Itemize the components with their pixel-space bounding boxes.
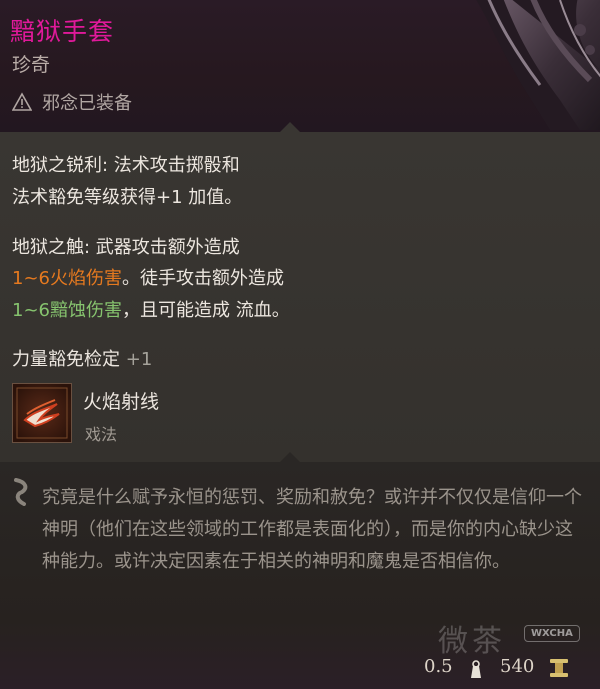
equip-status-label: 邪念已装备 <box>42 93 132 114</box>
necrotic-damage-text: 1~6黯蚀伤害 <box>12 300 122 321</box>
equip-status: 邪念已装备 <box>12 89 132 115</box>
divider-notch <box>280 452 300 462</box>
quill-icon <box>14 478 28 506</box>
property-hell-touch-line2: 1~6火焰伤害。徒手攻击额外造成 <box>12 264 284 290</box>
warning-icon <box>12 92 32 111</box>
tooltip-footer: 0.5 540 <box>400 650 600 686</box>
unarmed-text: 。徒手攻击额外造成 <box>122 268 284 289</box>
property-hell-touch-line1: 地狱之触: 武器攻击额外造成 <box>12 237 240 258</box>
item-tooltip: 黯狱手套 珍奇 邪念已装备 地狱之锐利: 法术攻击掷骰和 法术豁免等级获得+1 … <box>0 0 600 689</box>
item-rarity: 珍奇 <box>12 54 51 76</box>
weight-icon <box>471 660 481 678</box>
spell-name[interactable]: 火焰射线 <box>83 387 159 414</box>
tooltip-header: 黯狱手套 珍奇 邪念已装备 <box>0 0 600 132</box>
spell-type: 戏法 <box>85 425 118 444</box>
property-hell-sharpness-line1: 地狱之锐利: 法术攻击掷骰和 <box>12 155 240 176</box>
fire-ray-icon[interactable] <box>12 383 72 443</box>
save-bonus-value: +1 <box>125 349 153 370</box>
divider-notch <box>280 122 300 132</box>
fire-damage-text: 1~6火焰伤害 <box>12 268 122 289</box>
property-hell-touch-line3: 1~6黯蚀伤害，且可能造成 流血。 <box>12 296 290 322</box>
watermark-badge: WXCHA <box>524 625 580 642</box>
gauntlet-image <box>476 0 600 130</box>
lore-text: 究竟是什么赋予永恒的惩罚、奖励和赦免？或许并不仅仅是信仰一个神明（他们在这些领域… <box>42 487 582 572</box>
strength-save-bonus: 力量豁免检定 +1 <box>12 345 152 371</box>
item-title: 黯狱手套 <box>10 17 115 46</box>
bleed-text: ，且可能造成 流血。 <box>122 300 290 321</box>
price-value: 540 <box>500 656 535 677</box>
save-label: 力量豁免检定 <box>12 349 126 370</box>
gold-coin-icon <box>550 659 568 677</box>
property-hell-sharpness-line2: 法术豁免等级获得+1 加值。 <box>12 187 243 208</box>
weight-value: 0.5 <box>424 656 453 677</box>
